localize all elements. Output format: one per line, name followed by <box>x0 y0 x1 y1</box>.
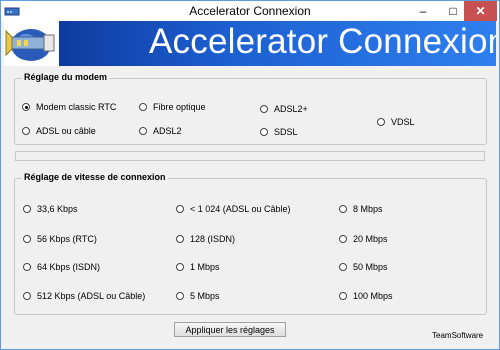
radio-speed-1-mbps[interactable]: 1 Mbps <box>176 262 220 272</box>
speed-settings-group: Réglage de vitesse de connexion 33,6 Kbp… <box>14 172 487 315</box>
radio-adsl2[interactable]: ADSL2 <box>139 126 182 136</box>
radio-speed-512-kbps[interactable]: 512 Kbps (ADSL ou Câble) <box>23 291 145 301</box>
radio-label: 5 Mbps <box>190 291 220 301</box>
radio-speed-8-mbps[interactable]: 8 Mbps <box>339 204 383 214</box>
radio-button[interactable] <box>339 263 347 271</box>
brand-label: TeamSoftware <box>432 331 484 340</box>
radio-speed-100-mbps[interactable]: 100 Mbps <box>339 291 393 301</box>
network-plug-icon <box>5 29 55 61</box>
radio-label: Fibre optique <box>153 102 206 112</box>
header-banner: Accelerator Connexion <box>4 21 496 66</box>
modem-group-legend: Réglage du modem <box>22 72 110 82</box>
radio-button[interactable] <box>176 263 184 271</box>
radio-button[interactable] <box>139 103 147 111</box>
radio-label: 56 Kbps (RTC) <box>37 234 97 244</box>
radio-speed-50-mbps[interactable]: 50 Mbps <box>339 262 388 272</box>
radio-label: 1 Mbps <box>190 262 220 272</box>
minimize-button[interactable]: – <box>408 1 438 21</box>
radio-speed-1024[interactable]: < 1 024 (ADSL ou Câble) <box>176 204 290 214</box>
radio-label: 20 Mbps <box>353 234 388 244</box>
apply-settings-button[interactable]: Appliquer les réglages <box>174 322 286 337</box>
radio-button[interactable] <box>23 292 31 300</box>
radio-button[interactable] <box>22 127 30 135</box>
radio-label: ADSL2+ <box>274 104 308 114</box>
radio-button[interactable] <box>339 235 347 243</box>
radio-adsl2-plus[interactable]: ADSL2+ <box>260 104 308 114</box>
radio-button[interactable] <box>176 292 184 300</box>
radio-label: 100 Mbps <box>353 291 393 301</box>
close-button[interactable]: ✕ <box>464 1 497 21</box>
radio-label: 64 Kbps (ISDN) <box>37 262 101 272</box>
radio-button[interactable] <box>23 263 31 271</box>
radio-button[interactable] <box>23 235 31 243</box>
radio-button[interactable] <box>176 205 184 213</box>
radio-button[interactable] <box>176 235 184 243</box>
radio-label: 128 (ISDN) <box>190 234 236 244</box>
radio-label: 50 Mbps <box>353 262 388 272</box>
radio-button[interactable] <box>339 292 347 300</box>
title-bar: Accelerator Connexion – □ ✕ <box>1 1 499 21</box>
radio-label: 8 Mbps <box>353 204 383 214</box>
radio-speed-64-kbps[interactable]: 64 Kbps (ISDN) <box>23 262 100 272</box>
radio-button[interactable] <box>139 127 147 135</box>
status-strip <box>15 151 485 161</box>
radio-button[interactable] <box>260 128 268 136</box>
banner-title: Accelerator Connexion <box>149 22 496 61</box>
modem-settings-group: Réglage du modem Modem classic RTC Fibre… <box>14 72 487 145</box>
radio-speed-20-mbps[interactable]: 20 Mbps <box>339 234 388 244</box>
radio-modem-classic-rtc[interactable]: Modem classic RTC <box>22 102 116 112</box>
app-window: Accelerator Connexion – □ ✕ Accelerator … <box>0 0 500 350</box>
radio-button[interactable] <box>260 105 268 113</box>
banner-logo-area <box>4 21 59 66</box>
radio-button[interactable] <box>377 118 385 126</box>
radio-label: < 1 024 (ADSL ou Câble) <box>190 204 291 214</box>
radio-speed-128[interactable]: 128 (ISDN) <box>176 234 235 244</box>
radio-fibre-optique[interactable]: Fibre optique <box>139 102 206 112</box>
radio-label: 33,6 Kbps <box>37 204 78 214</box>
radio-label: Modem classic RTC <box>36 102 117 112</box>
radio-button[interactable] <box>23 205 31 213</box>
speed-group-legend: Réglage de vitesse de connexion <box>22 172 168 182</box>
radio-label: ADSL ou câble <box>36 126 96 136</box>
radio-label: SDSL <box>274 127 298 137</box>
radio-label: 512 Kbps (ADSL ou Câble) <box>37 291 146 301</box>
radio-speed-5-mbps[interactable]: 5 Mbps <box>176 291 220 301</box>
radio-button[interactable] <box>22 103 30 111</box>
radio-adsl-ou-cable[interactable]: ADSL ou câble <box>22 126 96 136</box>
radio-label: ADSL2 <box>153 126 182 136</box>
radio-sdsl[interactable]: SDSL <box>260 127 298 137</box>
radio-button[interactable] <box>339 205 347 213</box>
radio-vdsl[interactable]: VDSL <box>377 117 415 127</box>
radio-speed-56-kbps[interactable]: 56 Kbps (RTC) <box>23 234 97 244</box>
radio-label: VDSL <box>391 117 415 127</box>
radio-speed-33-6-kbps[interactable]: 33,6 Kbps <box>23 204 78 214</box>
